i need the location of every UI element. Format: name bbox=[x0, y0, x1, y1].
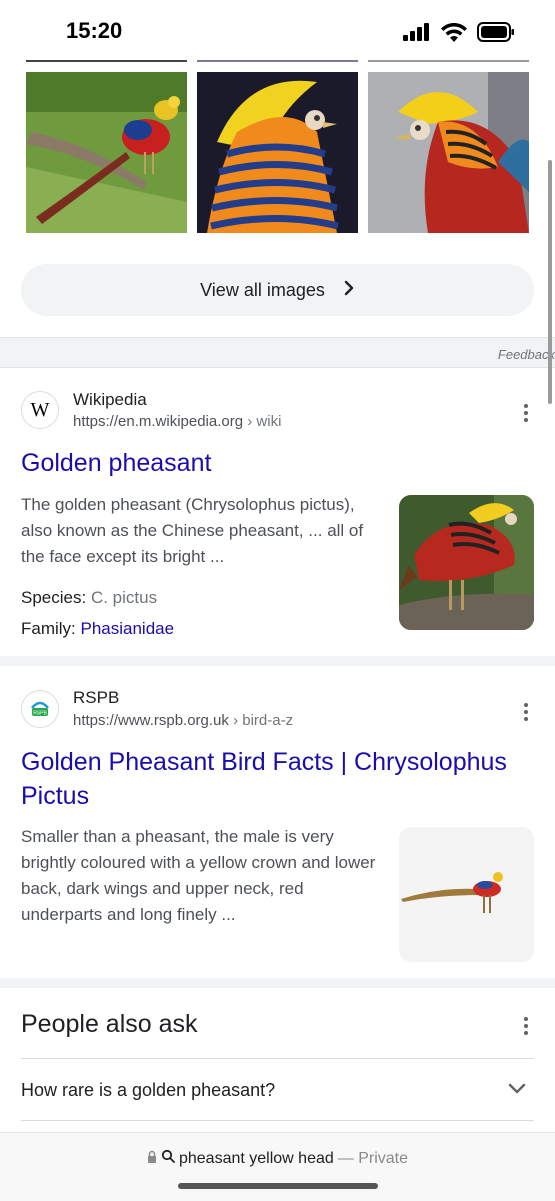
address-query: pheasant yellow head bbox=[178, 1149, 334, 1167]
chevron-right-icon bbox=[343, 280, 355, 301]
family-attribute: Family: Phasianidae bbox=[21, 619, 174, 639]
site-name[interactable]: RSPB bbox=[73, 688, 119, 708]
url-breadcrumb: › wiki bbox=[243, 413, 282, 430]
family-label: Family: bbox=[21, 619, 81, 638]
lock-icon bbox=[147, 1150, 157, 1168]
private-mode-label: — Private bbox=[337, 1149, 409, 1167]
more-options-icon[interactable] bbox=[519, 703, 533, 721]
view-all-images-label: View all images bbox=[200, 279, 325, 300]
image-thumbnail-1[interactable] bbox=[26, 72, 187, 233]
divider bbox=[21, 1120, 534, 1121]
more-options-icon[interactable] bbox=[519, 404, 533, 422]
status-icons bbox=[403, 22, 515, 47]
paa-question[interactable]: How rare is a golden pheasant? bbox=[21, 1080, 275, 1101]
feedback-link[interactable]: Feedback bbox=[498, 347, 555, 362]
chevron-down-icon[interactable] bbox=[508, 1082, 526, 1100]
view-all-images-button[interactable]: View all images bbox=[21, 264, 534, 316]
home-indicator[interactable] bbox=[178, 1183, 378, 1189]
section-separator bbox=[0, 656, 555, 666]
golden-pheasant-illustration bbox=[399, 827, 534, 962]
search-icon bbox=[161, 1149, 175, 1168]
species-attribute: Species: C. pictus bbox=[21, 588, 157, 608]
image-results-row bbox=[26, 60, 529, 235]
address-bar[interactable]: pheasant yellow head — Private bbox=[0, 1149, 555, 1168]
result-snippet: Smaller than a pheasant, the male is ver… bbox=[21, 827, 376, 924]
favicon-letter: W bbox=[30, 398, 50, 421]
search-result-rspb: RSPB RSPB https://www.rspb.org.uk › bird… bbox=[0, 666, 555, 978]
site-url[interactable]: https://www.rspb.org.uk › bird-a-z bbox=[73, 712, 293, 729]
divider bbox=[197, 60, 358, 62]
golden-pheasant-photo-3 bbox=[368, 72, 529, 233]
species-value: C. pictus bbox=[90, 588, 158, 607]
image-thumbnail-2[interactable] bbox=[197, 72, 358, 233]
site-url-text: https://en.m.wikipedia.org bbox=[73, 413, 244, 430]
browser-bottom-bar: pheasant yellow head — Private bbox=[0, 1132, 555, 1201]
rspb-favicon-icon: RSPB bbox=[21, 690, 59, 728]
wifi-icon bbox=[441, 22, 467, 47]
site-url-text: https://www.rspb.org.uk bbox=[73, 712, 229, 729]
battery-icon bbox=[477, 22, 515, 47]
divider bbox=[21, 1058, 534, 1059]
golden-pheasant-photo-2 bbox=[197, 72, 358, 233]
divider bbox=[368, 60, 529, 62]
rspb-logo-icon: RSPB bbox=[31, 701, 49, 717]
search-result-wikipedia: W Wikipedia https://en.m.wikipedia.org ›… bbox=[0, 366, 555, 656]
rspb-logo-text: RSPB bbox=[33, 711, 47, 717]
result-title-link[interactable]: Golden Pheasant Bird Facts | Chrysolophu… bbox=[21, 745, 536, 813]
divider bbox=[26, 60, 187, 62]
site-name[interactable]: Wikipedia bbox=[73, 390, 147, 410]
result-snippet: The golden pheasant (Chrysolophus pictus… bbox=[21, 495, 364, 566]
section-separator bbox=[0, 978, 555, 988]
golden-pheasant-photo-1 bbox=[26, 72, 187, 233]
golden-pheasant-thumbnail bbox=[399, 495, 534, 630]
status-bar: 15:20 bbox=[0, 0, 555, 64]
result-title-link[interactable]: Golden pheasant bbox=[21, 446, 211, 480]
result-thumbnail[interactable] bbox=[399, 495, 534, 630]
url-breadcrumb: › bird-a-z bbox=[228, 712, 294, 729]
section-separator: Feedback bbox=[0, 337, 555, 368]
species-label: Species: bbox=[21, 588, 91, 607]
site-url[interactable]: https://en.m.wikipedia.org › wiki bbox=[73, 413, 281, 430]
wikipedia-favicon-icon: W bbox=[21, 391, 59, 429]
people-also-ask-heading: People also ask bbox=[21, 1010, 198, 1038]
status-time: 15:20 bbox=[66, 18, 123, 43]
more-options-icon[interactable] bbox=[519, 1017, 533, 1035]
result-thumbnail[interactable] bbox=[399, 827, 534, 962]
family-value-link[interactable]: Phasianidae bbox=[81, 619, 175, 638]
signal-icon bbox=[403, 23, 431, 46]
scrollbar[interactable] bbox=[548, 160, 552, 404]
image-thumbnail-3[interactable] bbox=[368, 72, 529, 233]
